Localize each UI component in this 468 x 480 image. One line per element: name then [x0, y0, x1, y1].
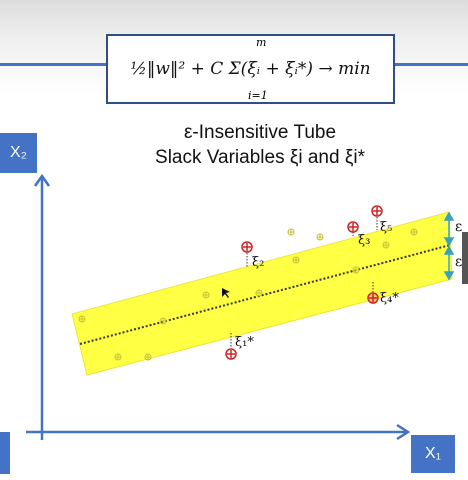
inside-point: [292, 256, 300, 264]
inside-point: [144, 353, 152, 361]
inside-point: [382, 241, 390, 249]
inside-point: [114, 353, 122, 361]
outlier-point-xi2: [241, 241, 253, 253]
label-xi3: ξ₃: [358, 233, 370, 248]
svr-diagram: ε ε ξ₂ ξ₃ ξ₅ ξ₄* ξ₁*: [26, 173, 462, 441]
label-xi4: ξ₄*: [380, 291, 399, 306]
epsilon-upper-label: ε: [455, 219, 462, 235]
epsilon-lower-label: ε: [455, 254, 462, 270]
label-xi5: ξ₅: [380, 220, 392, 235]
inside-point: [316, 233, 324, 241]
inside-point: [287, 228, 295, 236]
inside-point: [410, 228, 418, 236]
outlier-point-xi1: [225, 348, 237, 360]
outlier-point-xi4: [367, 292, 379, 304]
label-xi2: ξ₂: [252, 255, 264, 270]
inside-point: [159, 317, 167, 325]
inside-point: [255, 289, 263, 297]
inside-point: [202, 291, 210, 299]
label-xi1: ξ₁*: [235, 335, 254, 350]
inside-point: [352, 266, 360, 274]
inside-point: [78, 315, 86, 323]
outlier-point-xi3: [347, 221, 359, 233]
outlier-point-xi5: [371, 205, 383, 217]
